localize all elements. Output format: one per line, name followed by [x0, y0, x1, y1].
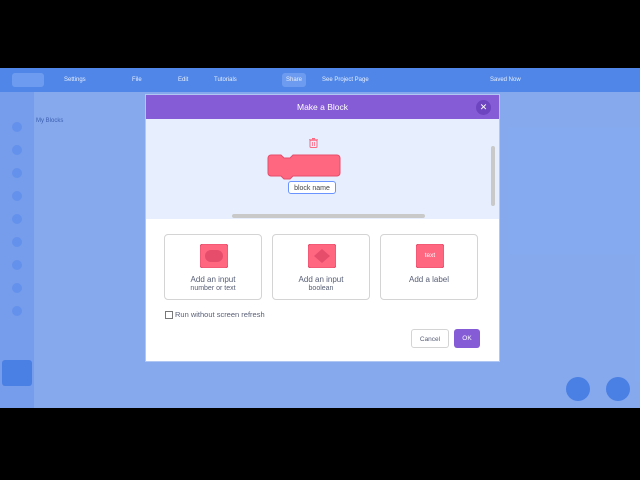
option-subtitle: number or text: [190, 285, 236, 292]
round-input-icon: [200, 244, 228, 268]
make-a-block-dialog: Make a Block ✕ block name Add an input n…: [146, 95, 499, 361]
block-preview-area: block name: [146, 119, 499, 219]
run-without-refresh-option: Run without screen refresh: [165, 310, 265, 319]
checkbox-label: Run without screen refresh: [175, 310, 265, 319]
menu-bar: Settings File Edit Tutorials Share See P…: [0, 68, 640, 92]
add-number-text-input-button[interactable]: Add an input number or text: [164, 234, 262, 300]
add-label-button[interactable]: text Add a label: [380, 234, 478, 300]
menu-tutorials[interactable]: Tutorials: [214, 73, 237, 87]
option-title: Add an input: [190, 275, 236, 284]
add-sprite-button[interactable]: [566, 377, 590, 401]
block-name-input[interactable]: block name: [288, 181, 336, 194]
dialog-title: Make a Block: [296, 102, 349, 112]
dialog-header: Make a Block ✕: [146, 95, 499, 119]
my-blocks-heading: My Blocks: [36, 118, 64, 124]
see-project-page-button[interactable]: See Project Page: [322, 73, 369, 87]
add-backdrop-button[interactable]: [606, 377, 630, 401]
custom-block-preview: [267, 154, 341, 180]
ok-button[interactable]: OK: [454, 329, 480, 348]
vertical-scrollbar[interactable]: [491, 146, 495, 206]
option-subtitle: boolean: [308, 285, 334, 292]
cancel-button[interactable]: Cancel: [411, 329, 449, 348]
run-without-refresh-checkbox[interactable]: [165, 310, 173, 319]
menu-edit[interactable]: Edit: [178, 73, 188, 87]
add-boolean-input-button[interactable]: Add an input boolean: [272, 234, 370, 300]
share-button[interactable]: Share: [282, 73, 307, 87]
horizontal-scrollbar[interactable]: [232, 214, 425, 218]
menu-settings[interactable]: Settings: [64, 73, 86, 87]
trash-icon[interactable]: [309, 138, 318, 148]
save-status: Saved Now: [490, 77, 521, 83]
menu-file[interactable]: File: [132, 73, 142, 87]
sprite-button[interactable]: [2, 360, 32, 386]
close-icon[interactable]: ✕: [476, 100, 491, 115]
option-title: Add a label: [408, 275, 450, 284]
scratch-logo[interactable]: [12, 73, 44, 87]
label-icon-text: text: [424, 252, 436, 259]
option-title: Add an input: [298, 275, 344, 284]
hexagon-input-icon: [308, 244, 336, 268]
